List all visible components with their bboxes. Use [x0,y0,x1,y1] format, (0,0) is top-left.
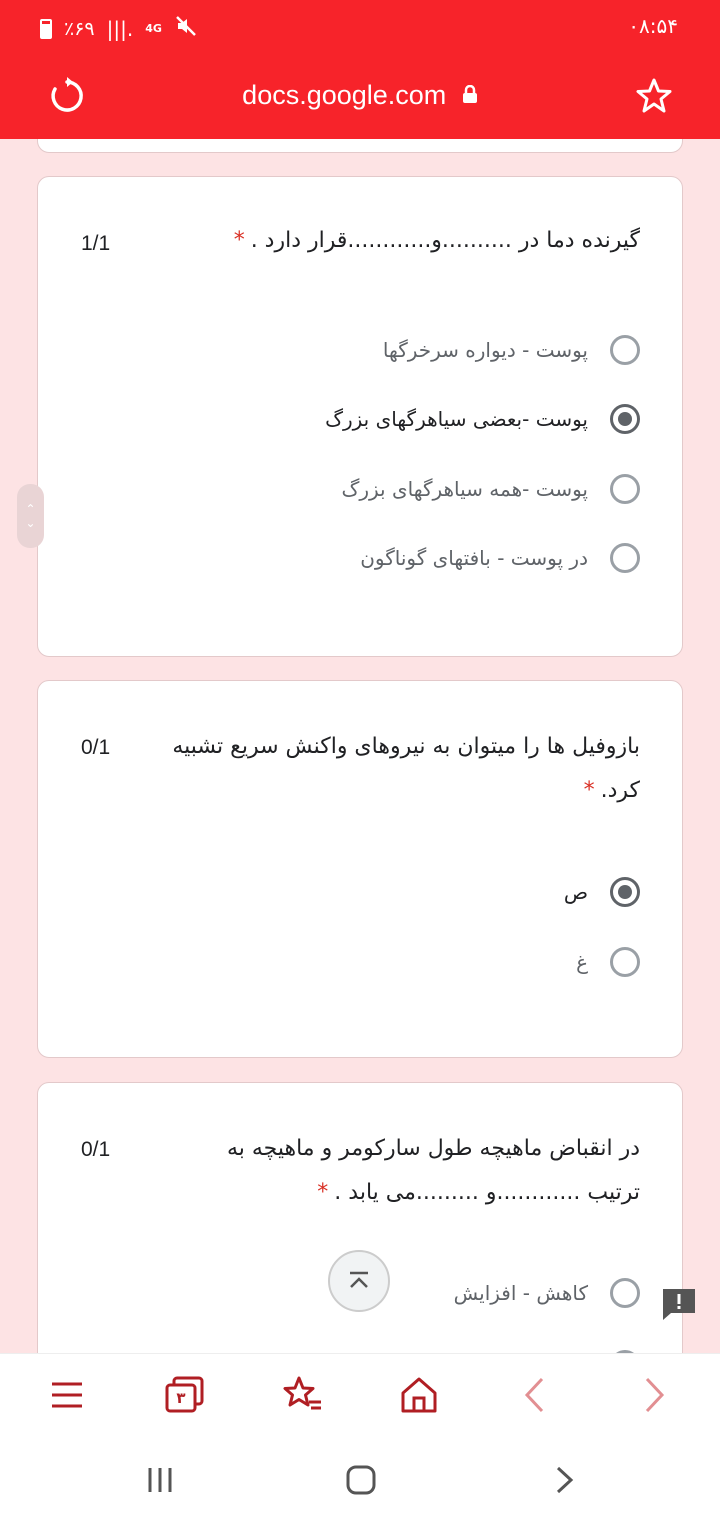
option[interactable]: در پوست - بافتهای گوناگون [360,538,640,578]
recent-apps-button[interactable] [142,1465,178,1495]
question-card-3: در انقباض ماهیچه طول سارکومر و ماهیچه به… [37,1082,683,1353]
menu-icon [52,1382,82,1408]
option[interactable]: پوست -همه سیاهرگهای بزرگ [341,469,640,509]
option[interactable]: غ [576,942,640,982]
chevron-right-icon [645,1377,665,1413]
menu-button[interactable] [44,1372,90,1418]
chevron-left-icon [524,1377,544,1413]
option[interactable] [610,1345,640,1353]
option-label: غ [576,950,588,974]
arrow-up-to-top-icon [350,1271,368,1288]
side-scroll-handle[interactable]: ⌃ ⌄ [17,484,44,548]
lock-icon [462,85,478,107]
radio-button-selected[interactable] [610,404,640,434]
question-card-2: بازوفیل ها را میتوان به نیروهای واکنش سر… [37,680,683,1058]
required-asterisk: * [583,778,595,803]
required-asterisk: * [233,228,245,253]
status-bar: ٪۶۹ |||. 4G ۰۸:۵۴ [0,0,720,56]
option-label: کاهش - افزایش [453,1281,588,1305]
back-button[interactable] [513,1372,559,1418]
scroll-to-top-button[interactable] [328,1250,390,1312]
form-content: گیرنده دما در ..........و............قرا… [0,139,720,1353]
radio-button[interactable] [610,947,640,977]
star-icon [636,78,672,113]
radio-button[interactable] [610,543,640,573]
question-card-1: گیرنده دما در ..........و............قرا… [37,176,683,657]
option[interactable]: پوست - دیواره سرخرگها [383,330,640,370]
previous-question-card [37,139,683,153]
option-label: پوست -بعضی سیاهرگهای بزرگ [325,407,588,431]
question-text: بازوفیل ها را میتوان به نیروهای واکنش سر… [172,734,640,803]
status-left: ٪۶۹ |||. 4G [40,14,198,43]
browser-bottom-nav: ۳ [0,1353,720,1436]
bookmarks-star-list-icon [283,1376,321,1410]
option-label: پوست - دیواره سرخرگها [382,338,588,362]
option[interactable]: پوست -بعضی سیاهرگهای بزرگ [325,399,640,439]
battery-icon [40,18,52,39]
system-back-icon [556,1466,574,1494]
network-type: 4G [145,22,162,35]
question-score: 1/1 [81,232,111,255]
option-label: پوست -همه سیاهرگهای بزرگ [341,477,588,501]
option-label: در پوست - بافتهای گوناگون [360,546,588,570]
home-square-icon [346,1465,376,1495]
radio-button[interactable] [610,474,640,504]
forward-button[interactable] [630,1372,676,1418]
mute-icon [174,14,198,43]
back-system-button[interactable] [548,1463,582,1497]
tabs-button[interactable]: ۳ [161,1372,207,1418]
battery-level: ٪۶۹ [64,17,95,40]
home-system-button[interactable] [344,1463,378,1497]
chevron-down-icon: ⌄ [25,516,36,530]
home-button[interactable] [396,1372,442,1418]
question-score: 0/1 [81,1138,111,1161]
radio-button[interactable] [610,335,640,365]
url-bar[interactable]: docs.google.com [0,80,720,111]
home-icon [401,1377,437,1413]
option-label: ص [563,880,588,904]
chevron-up-icon: ⌃ [25,502,36,516]
url-text: docs.google.com [242,80,447,110]
recent-apps-icon [148,1468,172,1492]
question-text: در انقباض ماهیچه طول سارکومر و ماهیچه به… [226,1136,640,1205]
radio-button[interactable] [610,1278,640,1308]
required-asterisk: * [317,1180,329,1205]
question-text: گیرنده دما در ..........و............قرا… [233,228,640,253]
signal-icon: |||. [106,16,134,41]
radio-button-selected[interactable] [610,877,640,907]
bookmark-star-button[interactable] [632,74,676,118]
question-score: 0/1 [81,736,111,759]
tab-count: ۳ [176,1389,186,1407]
system-navigation-bar [0,1435,720,1520]
report-issue-button[interactable] [661,1286,697,1322]
option[interactable]: کاهش - افزایش [454,1273,640,1313]
bookmarks-button[interactable] [279,1372,325,1418]
feedback-icon [663,1289,695,1320]
option[interactable]: ص [564,872,640,912]
url-row: docs.google.com [0,62,720,132]
browser-top-bar: ٪۶۹ |||. 4G ۰۸:۵۴ docs.google.com [0,0,720,139]
clock: ۰۸:۵۴ [628,14,678,38]
